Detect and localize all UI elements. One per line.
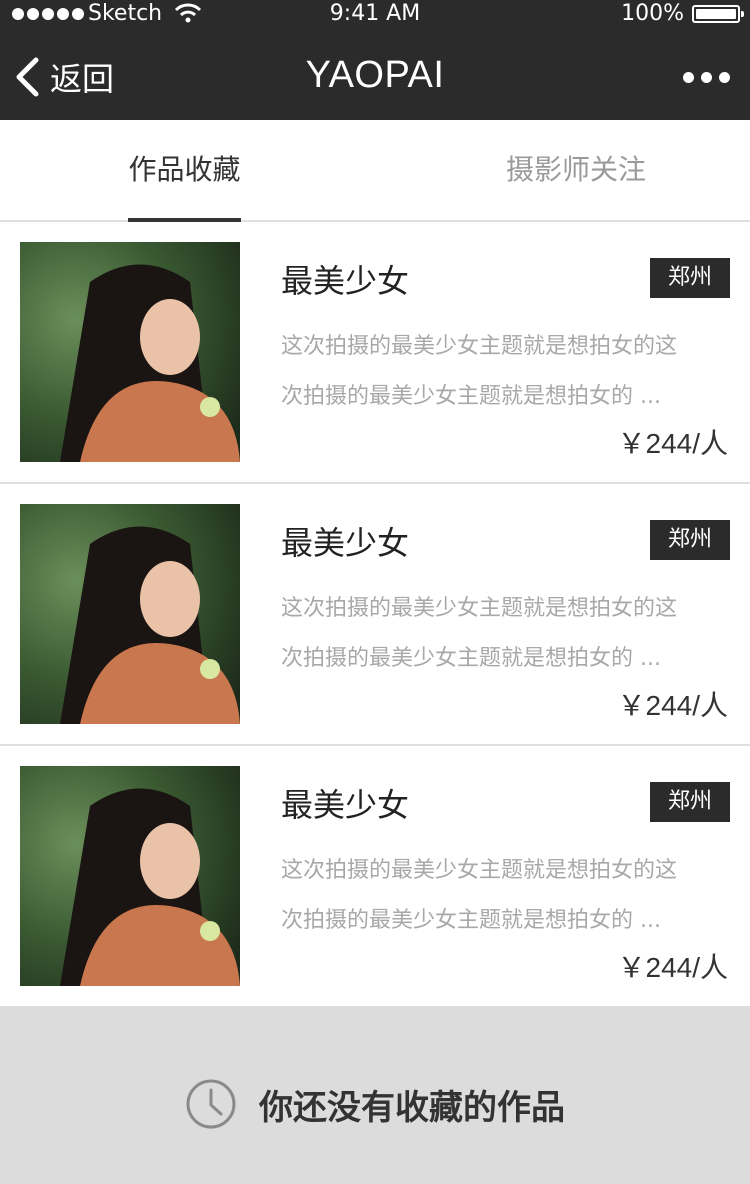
photo-thumbnail[interactable] [20,242,240,462]
list-item[interactable]: 最美少女 郑州 这次拍摄的最美少女主题就是想拍女的这 次拍摄的最美少女主题就是想… [0,746,750,1008]
item-title: 最美少女 [281,786,410,824]
empty-state: 你还没有收藏的作品 [0,1006,750,1184]
battery-icon [692,5,744,23]
tab-photographer-follows[interactable]: 摄影师关注 [506,120,646,220]
item-price: ￥244/人 [617,428,729,459]
photo-thumbnail[interactable] [20,504,240,724]
description-line: 次拍摄的最美少女主题就是想拍女的 ... [281,908,661,933]
more-dot-icon [701,72,712,83]
item-description: 这次拍摄的最美少女主题就是想拍女的这 次拍摄的最美少女主题就是想拍女的 ... [281,846,721,946]
status-bar: Sketch 9:41 AM 100% [0,0,750,30]
empty-state-message: 你还没有收藏的作品 [259,1087,565,1128]
item-description: 这次拍摄的最美少女主题就是想拍女的这 次拍摄的最美少女主题就是想拍女的 ... [281,322,721,422]
list-item[interactable]: 最美少女 郑州 这次拍摄的最美少女主题就是想拍女的这 次拍摄的最美少女主题就是想… [0,222,750,484]
more-options-button[interactable] [683,72,730,83]
item-description: 这次拍摄的最美少女主题就是想拍女的这 次拍摄的最美少女主题就是想拍女的 ... [281,584,721,684]
item-price: ￥244/人 [617,690,729,721]
description-line: 次拍摄的最美少女主题就是想拍女的 ... [281,384,661,409]
description-line: 这次拍摄的最美少女主题就是想拍女的这 [281,596,678,621]
description-line: 这次拍摄的最美少女主题就是想拍女的这 [281,334,678,359]
tab-bar: 作品收藏 摄影师关注 [0,120,750,222]
more-dot-icon [683,72,694,83]
battery-percentage: 100% [621,1,684,26]
item-title: 最美少女 [281,262,410,300]
city-badge: 郑州 [650,520,730,560]
description-line: 这次拍摄的最美少女主题就是想拍女的这 [281,858,678,883]
city-badge: 郑州 [650,258,730,298]
item-title: 最美少女 [281,524,410,562]
empty-state-content: 你还没有收藏的作品 [0,1078,750,1130]
city-badge: 郑州 [650,782,730,822]
clock-icon [186,1079,236,1129]
favorites-list: 最美少女 郑州 这次拍摄的最美少女主题就是想拍女的这 次拍摄的最美少女主题就是想… [0,222,750,1008]
description-line: 次拍摄的最美少女主题就是想拍女的 ... [281,646,661,671]
tab-work-favorites[interactable]: 作品收藏 [128,120,241,222]
item-price: ￥244/人 [617,952,729,983]
list-item[interactable]: 最美少女 郑州 这次拍摄的最美少女主题就是想拍女的这 次拍摄的最美少女主题就是想… [0,484,750,746]
more-dot-icon [719,72,730,83]
photo-thumbnail[interactable] [20,766,240,986]
page-title: YAOPAI [305,54,445,96]
top-bar: Sketch 9:41 AM 100% 返回 YAOPAI [0,0,750,120]
